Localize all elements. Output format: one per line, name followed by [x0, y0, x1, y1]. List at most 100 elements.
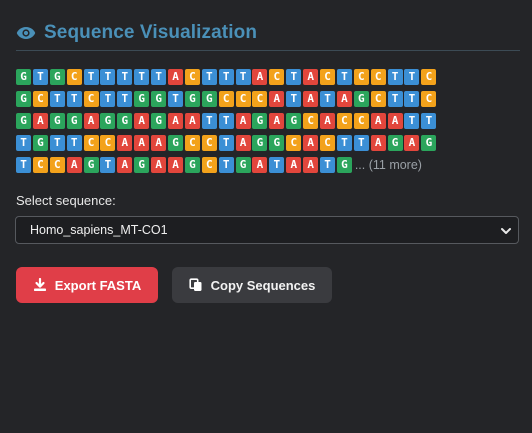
copy-icon [189, 278, 203, 292]
nucleotide-a: A [168, 69, 184, 85]
nucleotide-c: C [336, 113, 352, 129]
nucleotide-t: T [404, 113, 420, 129]
nucleotide-g: G [201, 91, 217, 107]
sequence-select[interactable]: Homo_sapiens_MT-CO1 [15, 216, 519, 244]
nucleotide-a: A [168, 157, 184, 173]
nucleotide-g: G [134, 91, 150, 107]
nucleotide-t: T [404, 69, 420, 85]
nucleotide-t: T [269, 157, 285, 173]
nucleotide-g: G [269, 135, 285, 151]
more-sequences-count: ... (11 more) [354, 158, 422, 172]
nucleotide-g: G [353, 91, 369, 107]
export-fasta-button[interactable]: Export FASTA [16, 267, 158, 303]
nucleotide-t: T [336, 135, 352, 151]
nucleotide-t: T [83, 69, 99, 85]
nucleotide-c: C [66, 69, 82, 85]
nucleotide-a: A [269, 113, 285, 129]
nucleotide-a: A [252, 157, 268, 173]
nucleotide-c: C [353, 69, 369, 85]
copy-sequences-label: Copy Sequences [210, 277, 316, 293]
nucleotide-c: C [269, 69, 285, 85]
nucleotide-a: A [269, 91, 285, 107]
nucleotide-a: A [134, 135, 150, 151]
nucleotide-t: T [100, 91, 116, 107]
nucleotide-c: C [201, 157, 217, 173]
nucleotide-c: C [421, 91, 437, 107]
sequence-row: TGTTCCAAAGCCTAGGCACTTAGAG [16, 135, 520, 157]
nucleotide-t: T [387, 91, 403, 107]
copy-sequences-button[interactable]: Copy Sequences [172, 267, 332, 303]
nucleotide-g: G [49, 69, 65, 85]
nucleotide-a: A [66, 157, 82, 173]
sequence-select-value: Homo_sapiens_MT-CO1 [30, 223, 168, 237]
nucleotide-c: C [83, 91, 99, 107]
nucleotide-t: T [320, 157, 336, 173]
nucleotide-a: A [117, 135, 133, 151]
nucleotide-t: T [32, 69, 48, 85]
nucleotide-c: C [370, 91, 386, 107]
nucleotide-a: A [151, 135, 167, 151]
nucleotide-a: A [370, 135, 386, 151]
nucleotide-t: T [218, 157, 234, 173]
nucleotide-a: A [336, 91, 352, 107]
sequence-row: GCTTCTTGGTGGCCCATATAGCTTC [16, 91, 520, 113]
nucleotide-g: G [134, 157, 150, 173]
nucleotide-c: C [184, 135, 200, 151]
nucleotide-c: C [320, 135, 336, 151]
sequence-row: GTGCTTTTTACTTTACTACTCCTTC [16, 69, 520, 91]
nucleotide-a: A [286, 157, 302, 173]
nucleotide-a: A [235, 113, 251, 129]
nucleotide-c: C [184, 69, 200, 85]
nucleotide-g: G [151, 113, 167, 129]
nucleotide-c: C [235, 91, 251, 107]
export-fasta-label: Export FASTA [54, 277, 142, 293]
nucleotide-g: G [184, 157, 200, 173]
nucleotide-t: T [151, 69, 167, 85]
nucleotide-g: G [252, 113, 268, 129]
nucleotide-c: C [32, 91, 48, 107]
download-icon [33, 277, 47, 292]
nucleotide-c: C [353, 113, 369, 129]
nucleotide-a: A [117, 157, 133, 173]
nucleotide-a: A [303, 157, 319, 173]
nucleotide-c: C [370, 69, 386, 85]
sequence-grid: GTGCTTTTTACTTTACTACTCCTTCGCTTCTTGGTGGCCC… [16, 69, 520, 179]
nucleotide-g: G [49, 113, 65, 129]
nucleotide-c: C [421, 69, 437, 85]
nucleotide-t: T [320, 91, 336, 107]
nucleotide-t: T [404, 91, 420, 107]
nucleotide-t: T [218, 69, 234, 85]
nucleotide-a: A [303, 69, 319, 85]
nucleotide-t: T [49, 91, 65, 107]
nucleotide-g: G [117, 113, 133, 129]
nucleotide-t: T [16, 157, 31, 173]
nucleotide-c: C [320, 69, 336, 85]
nucleotide-a: A [184, 113, 200, 129]
nucleotide-a: A [151, 157, 167, 173]
nucleotide-a: A [235, 135, 251, 151]
nucleotide-t: T [49, 135, 65, 151]
nucleotide-t: T [201, 69, 217, 85]
nucleotide-c: C [83, 135, 99, 151]
nucleotide-g: G [252, 135, 268, 151]
nucleotide-g: G [16, 69, 31, 85]
nucleotide-t: T [387, 69, 403, 85]
nucleotide-g: G [83, 157, 99, 173]
nucleotide-c: C [100, 135, 116, 151]
header-divider [16, 50, 520, 51]
nucleotide-g: G [235, 157, 251, 173]
nucleotide-t: T [286, 91, 302, 107]
nucleotide-a: A [370, 113, 386, 129]
nucleotide-t: T [168, 91, 184, 107]
nucleotide-t: T [100, 69, 116, 85]
nucleotide-t: T [134, 69, 150, 85]
nucleotide-a: A [387, 113, 403, 129]
nucleotide-t: T [336, 69, 352, 85]
nucleotide-t: T [235, 69, 251, 85]
chevron-down-icon [500, 224, 512, 236]
nucleotide-a: A [320, 113, 336, 129]
nucleotide-g: G [66, 113, 82, 129]
nucleotide-g: G [32, 135, 48, 151]
sequence-visualization-panel: Sequence Visualization GTGCTTTTTACTTTACT… [0, 0, 532, 433]
nucleotide-c: C [201, 135, 217, 151]
